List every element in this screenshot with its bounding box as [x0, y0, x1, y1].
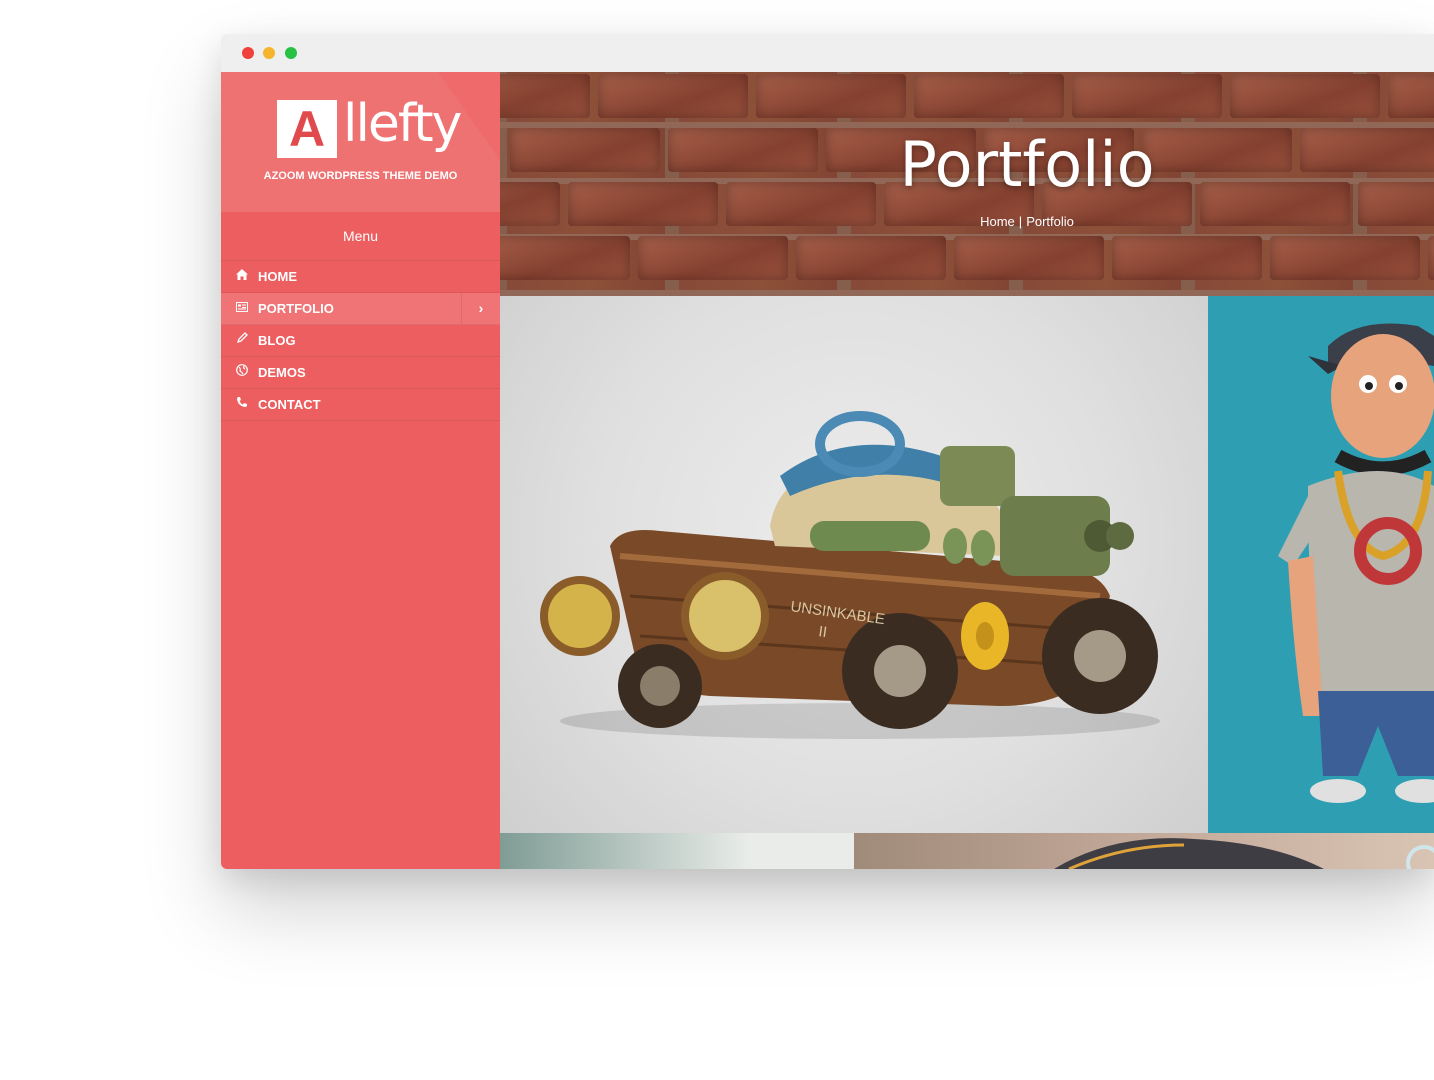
portfolio-icon: [235, 293, 249, 324]
maximize-window-button[interactable]: [285, 47, 297, 59]
logo-letter-box: A: [277, 100, 337, 158]
portfolio-tile-partial-right[interactable]: [854, 833, 1434, 869]
breadcrumb: Home | Portfolio: [500, 214, 1434, 229]
site-tagline: AZOOM WORDPRESS THEME DEMO: [263, 170, 458, 182]
cartoon-boy-image: [1278, 323, 1434, 803]
nav-item-label: HOME: [258, 269, 297, 284]
logo-area[interactable]: A llefty AZOOM WORDPRESS THEME DEMO: [221, 72, 500, 212]
page-hero: Portfolio Home | Portfolio: [500, 72, 1434, 296]
nav-item-label: CONTACT: [258, 397, 321, 412]
portfolio-tile-steampunk-boat-car[interactable]: UNSINKABLE II: [500, 296, 1208, 833]
nav-item-contact[interactable]: CONTACT: [221, 389, 500, 421]
partial-tile-image: [1054, 838, 1434, 869]
phone-icon: [235, 389, 249, 420]
close-window-button[interactable]: [242, 47, 254, 59]
main-content: Portfolio Home | Portfolio UNSINKABLE II: [500, 72, 1434, 869]
site-logo[interactable]: A llefty: [277, 94, 462, 170]
sidebar: A llefty AZOOM WORDPRESS THEME DEMO Menu…: [221, 72, 500, 869]
nav-item-label: PORTFOLIO: [258, 301, 334, 316]
nav-item-home[interactable]: HOME: [221, 261, 500, 293]
main-nav: HOME PORTFOLIO › BLOG DEMOS CONTACT: [221, 261, 500, 421]
steampunk-boat-car-image: UNSINKABLE II: [540, 411, 1160, 739]
portfolio-tile-cartoon-boy-figure[interactable]: [1208, 296, 1434, 833]
browser-window: A llefty AZOOM WORDPRESS THEME DEMO Menu…: [221, 34, 1434, 869]
menu-title: Menu: [221, 212, 500, 261]
logo-wordmark: llefty: [343, 94, 462, 154]
breadcrumb-home-link[interactable]: Home: [980, 214, 1015, 229]
minimize-window-button[interactable]: [263, 47, 275, 59]
chevron-right-icon[interactable]: ›: [461, 293, 500, 324]
pencil-icon: [235, 325, 249, 356]
home-icon: [235, 261, 249, 292]
nav-item-portfolio[interactable]: PORTFOLIO ›: [221, 293, 500, 325]
breadcrumb-current: Portfolio: [1026, 214, 1074, 229]
nav-item-blog[interactable]: BLOG: [221, 325, 500, 357]
page-title: Portfolio: [899, 128, 1155, 201]
portfolio-tile-partial-left[interactable]: [500, 833, 854, 869]
globe-icon: [235, 357, 249, 388]
nav-item-demos[interactable]: DEMOS: [221, 357, 500, 389]
breadcrumb-separator: |: [1018, 214, 1023, 229]
window-titlebar: [221, 34, 1434, 72]
nav-item-label: DEMOS: [258, 365, 306, 380]
nav-item-label: BLOG: [258, 333, 296, 348]
